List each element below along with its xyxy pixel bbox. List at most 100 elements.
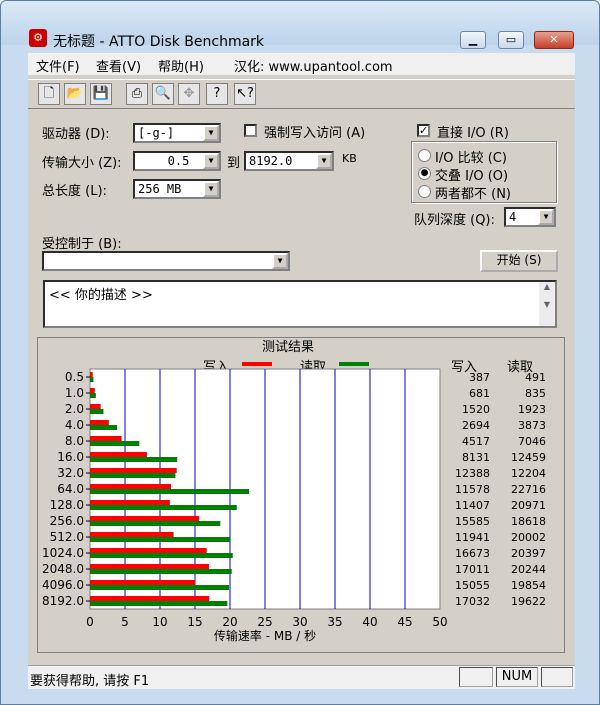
neither-radio[interactable] [418, 185, 431, 198]
write-value: 11578 [455, 483, 490, 496]
drive-value: [-g-] [138, 126, 175, 140]
y-tick-label: 4.0 [65, 418, 84, 432]
open-icon[interactable]: 📂 [64, 83, 86, 105]
to-label: 到 [227, 156, 241, 171]
y-tick-label: 8.0 [65, 434, 84, 448]
y-tick-label: 1.0 [65, 386, 84, 400]
read-bar [90, 409, 104, 414]
queue-depth-select[interactable]: 4 ▼ [504, 207, 556, 227]
menu-view[interactable]: 查看(V) [96, 56, 141, 75]
window-title: 无标题 - ATTO Disk Benchmark [53, 34, 265, 50]
y-tick-label: 0.5 [65, 370, 84, 384]
read-value: 22716 [511, 483, 546, 496]
x-tick-label: 15 [187, 615, 202, 629]
write-value: 681 [469, 387, 490, 400]
write-bar [90, 468, 177, 473]
x-tick-label: 5 [121, 615, 129, 629]
x-tick-label: 50 [432, 615, 447, 629]
read-value: 20971 [511, 499, 546, 512]
write-bar [90, 516, 200, 521]
drive-label: 驱动器 (D): [42, 127, 110, 142]
io-compare-label: I/O 比较 (C) [435, 151, 507, 166]
direct-io-label: 直接 I/O (R) [437, 126, 509, 141]
write-bar [90, 500, 170, 505]
chevron-down-icon[interactable]: ▼ [203, 125, 219, 141]
transfer-to-select[interactable]: 8192.0 ▼ [244, 151, 334, 171]
chevron-down-icon[interactable]: ▼ [538, 209, 554, 225]
help-icon[interactable]: ? [206, 83, 228, 105]
y-tick-label: 512.0 [50, 530, 84, 544]
menu-file[interactable]: 文件(F) [36, 56, 80, 75]
y-tick-label: 8192.0 [42, 594, 84, 608]
description-scrollbar[interactable]: ▲ ▼ [539, 282, 555, 326]
close-button[interactable]: ✕ [534, 31, 574, 49]
x-tick-label: 25 [257, 615, 272, 629]
description-field[interactable]: << 你的描述 >> ▲ ▼ [43, 280, 557, 328]
write-bar [90, 596, 210, 601]
write-value: 8131 [462, 451, 490, 464]
results-title: 测试结果 [262, 340, 314, 355]
write-value: 11407 [455, 499, 490, 512]
write-bar [90, 436, 122, 441]
print-icon[interactable]: ⎙ [126, 83, 148, 105]
write-value: 16673 [455, 547, 490, 560]
menu-help[interactable]: 帮助(H) [158, 56, 204, 75]
read-value: 12459 [511, 451, 546, 464]
read-bar [90, 569, 232, 574]
x-tick-label: 45 [397, 615, 412, 629]
write-bar [90, 580, 196, 585]
queue-depth-label: 队列深度 (Q): [414, 213, 495, 228]
io-compare-radio[interactable] [418, 149, 431, 162]
print-preview-icon[interactable]: 🔍 [152, 83, 174, 105]
read-value: 20244 [511, 563, 546, 576]
chevron-down-icon[interactable]: ▼ [203, 153, 219, 169]
write-value: 1520 [462, 403, 490, 416]
chevron-down-icon[interactable]: ▼ [203, 181, 219, 197]
y-tick-label: 2048.0 [42, 562, 84, 576]
move-icon[interactable]: ✥ [178, 83, 200, 105]
minimize-button[interactable]: ▁ [460, 31, 486, 49]
chevron-down-icon[interactable]: ▼ [316, 153, 332, 169]
write-value: 12388 [455, 467, 490, 480]
transfer-from-select[interactable]: 0.5 ▼ [133, 151, 221, 171]
y-tick-label: 128.0 [50, 498, 84, 512]
write-bar [90, 388, 95, 393]
atto-app-icon: ⚙ [29, 29, 47, 47]
force-write-checkbox[interactable] [244, 124, 257, 137]
write-value: 11941 [455, 531, 490, 544]
read-value: 20002 [511, 531, 546, 544]
controlled-by-select[interactable]: ▼ [42, 251, 290, 271]
menu-credit[interactable]: 汉化: www.upantool.com [234, 56, 393, 75]
write-bar [90, 484, 172, 489]
write-value: 387 [469, 371, 490, 384]
start-button[interactable]: 开始 (S) [480, 250, 558, 272]
overlap-io-radio[interactable]: ● [418, 167, 431, 180]
direct-io-checkbox[interactable]: ✓ [417, 124, 430, 137]
read-value: 19854 [511, 579, 546, 592]
maximize-button[interactable]: ▭ [498, 31, 524, 49]
total-length-value: 256 MB [138, 182, 182, 196]
read-bar [90, 553, 233, 558]
x-tick-label: 35 [327, 615, 342, 629]
results-panel: 测试结果 写入 读取 写入 读取 0 5 10 15 20 25 30 35 40 45 50 0.5… [37, 337, 565, 653]
read-bar [90, 601, 228, 606]
context-help-icon[interactable]: ↖? [234, 83, 256, 105]
write-value: 17011 [455, 563, 490, 576]
y-tick-label: 64.0 [57, 482, 84, 496]
y-tick-label: 2.0 [65, 402, 84, 416]
title-bar[interactable]: ⚙ 无标题 - ATTO Disk Benchmark ▁ ▭ ✕ [1, 1, 599, 50]
read-value: 20397 [511, 547, 546, 560]
y-tick-label: 1024.0 [42, 546, 84, 560]
toolbar: 🗋 📂 💾 ⎙ 🔍 ✥ ? ↖? [28, 79, 575, 109]
chevron-down-icon[interactable]: ▼ [272, 253, 288, 269]
total-length-select[interactable]: 256 MB ▼ [133, 179, 221, 199]
read-bar [90, 521, 221, 526]
save-icon[interactable]: 💾 [90, 83, 112, 105]
status-pane-blank [459, 667, 493, 687]
read-value: 1923 [518, 403, 546, 416]
read-bar [90, 489, 250, 494]
y-tick-label: 16.0 [57, 450, 84, 464]
read-bar [90, 441, 140, 446]
drive-select[interactable]: [-g-] ▼ [133, 123, 221, 143]
new-icon[interactable]: 🗋 [38, 83, 60, 105]
